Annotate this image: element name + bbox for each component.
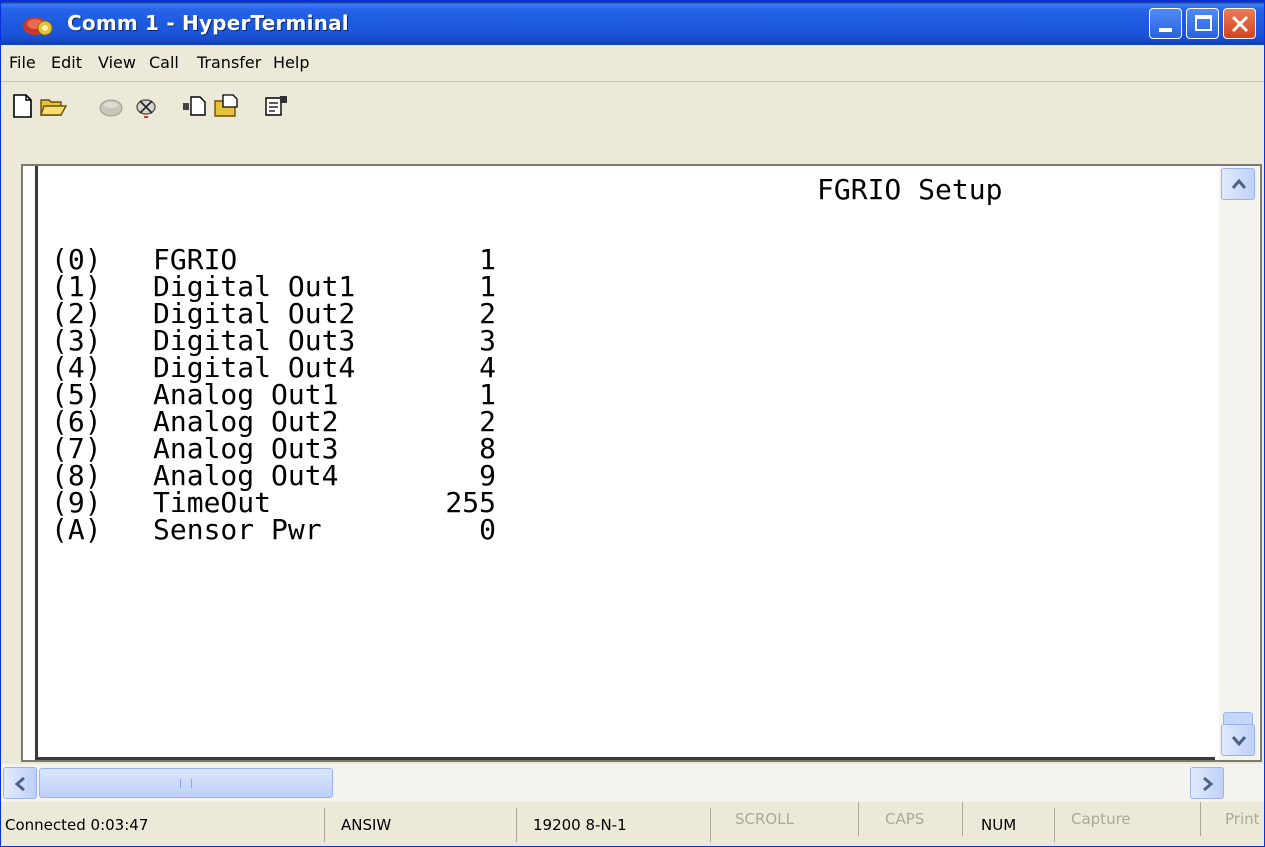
terminal-row-label: FGRIO xyxy=(153,243,238,276)
terminal-row-label: Digital Out2 xyxy=(153,297,356,330)
terminal-row-value: 0 xyxy=(479,513,496,546)
terminal-row-value: 1 xyxy=(479,378,496,411)
toolbar xyxy=(1,83,1264,163)
scroll-left-button[interactable] xyxy=(3,767,37,799)
horizontal-scroll-thumb[interactable] xyxy=(39,768,333,798)
terminal-row-label: Analog Out4 xyxy=(153,459,339,492)
terminal-screen[interactable]: FGRIO Setup (0) FGRIO 1 (1) Digital Out1 1 (2)… xyxy=(35,166,1215,760)
menu-transfer[interactable]: Transfer xyxy=(197,53,261,72)
menu-file[interactable]: File xyxy=(9,53,36,72)
status-port-settings: 19200 8-N-1 xyxy=(531,808,711,842)
terminal-row-label: Digital Out4 xyxy=(153,351,356,384)
status-connected: Connected 0:03:47 xyxy=(3,808,325,842)
chevron-left-icon xyxy=(14,776,25,792)
terminal-row-label: Analog Out1 xyxy=(153,378,339,411)
terminal-row-label: Sensor Pwr xyxy=(153,513,322,546)
chevron-right-icon xyxy=(1203,776,1214,792)
vertical-scrollbar[interactable] xyxy=(1219,166,1259,760)
status-print-echo: Print echo xyxy=(1225,810,1264,828)
minimize-button[interactable] xyxy=(1149,8,1182,39)
terminal-row-value: 1 xyxy=(479,243,496,276)
maximize-button[interactable] xyxy=(1186,8,1219,39)
phone-terminal-icon xyxy=(23,17,53,36)
terminal-row-value: 4 xyxy=(479,351,496,384)
open-folder-icon[interactable] xyxy=(39,93,67,119)
close-icon xyxy=(1231,15,1249,33)
terminal-row-label: TimeOut xyxy=(153,486,272,519)
terminal-row-value: 3 xyxy=(479,324,496,357)
terminal-row-key: (A) xyxy=(51,513,102,546)
send-icon[interactable] xyxy=(181,93,209,119)
horizontal-scrollbar[interactable] xyxy=(1,764,1264,802)
terminal-row-label: Analog Out3 xyxy=(153,432,339,465)
status-bar: Connected 0:03:47 ANSIW 19200 8-N-1 SCRO… xyxy=(1,802,1264,846)
terminal-row-value: 2 xyxy=(479,405,496,438)
disconnect-icon[interactable] xyxy=(132,93,160,119)
properties-icon[interactable] xyxy=(263,93,291,119)
terminal-row-label: Digital Out1 xyxy=(153,270,356,303)
terminal-area: FGRIO Setup (0) FGRIO 1 (1) Digital Out1 1 (2)… xyxy=(21,164,1262,762)
menu-view[interactable]: View xyxy=(98,53,136,72)
chevron-up-icon xyxy=(1231,178,1247,189)
terminal-row-label: Analog Out2 xyxy=(153,405,339,438)
terminal-row-value: 1 xyxy=(479,270,496,303)
status-emulation: ANSIW xyxy=(339,808,517,842)
receive-icon[interactable] xyxy=(213,93,241,119)
terminal-row-value: 9 xyxy=(479,459,496,492)
title-bar[interactable]: Comm 1 - HyperTerminal xyxy=(1,1,1264,45)
menu-edit[interactable]: Edit xyxy=(51,53,82,72)
status-caps: CAPS xyxy=(883,802,963,836)
chevron-down-icon xyxy=(1231,736,1247,747)
terminal-heading: FGRIO Setup xyxy=(817,173,1003,206)
menu-bar: File Edit View Call Transfer Help xyxy=(1,45,1264,82)
call-icon[interactable] xyxy=(97,93,125,119)
scroll-down-button[interactable] xyxy=(1221,724,1255,756)
status-capture: Capture xyxy=(1069,802,1201,836)
menu-help[interactable]: Help xyxy=(273,53,309,72)
terminal-row-value: 2 xyxy=(479,297,496,330)
status-num: NUM xyxy=(979,808,1055,842)
hyperterminal-window: Comm 1 - HyperTerminal File Edit View Ca… xyxy=(0,0,1265,847)
menu-call[interactable]: Call xyxy=(149,53,179,72)
window-title: Comm 1 - HyperTerminal xyxy=(67,11,349,35)
new-file-icon[interactable] xyxy=(9,93,37,119)
terminal-row-value: 255 xyxy=(445,486,496,519)
close-button[interactable] xyxy=(1223,8,1256,39)
status-scroll: SCROLL xyxy=(733,802,859,836)
scroll-right-button[interactable] xyxy=(1190,767,1224,799)
terminal-row-value: 8 xyxy=(479,432,496,465)
scroll-up-button[interactable] xyxy=(1221,168,1255,200)
terminal-row-label: Digital Out3 xyxy=(153,324,356,357)
